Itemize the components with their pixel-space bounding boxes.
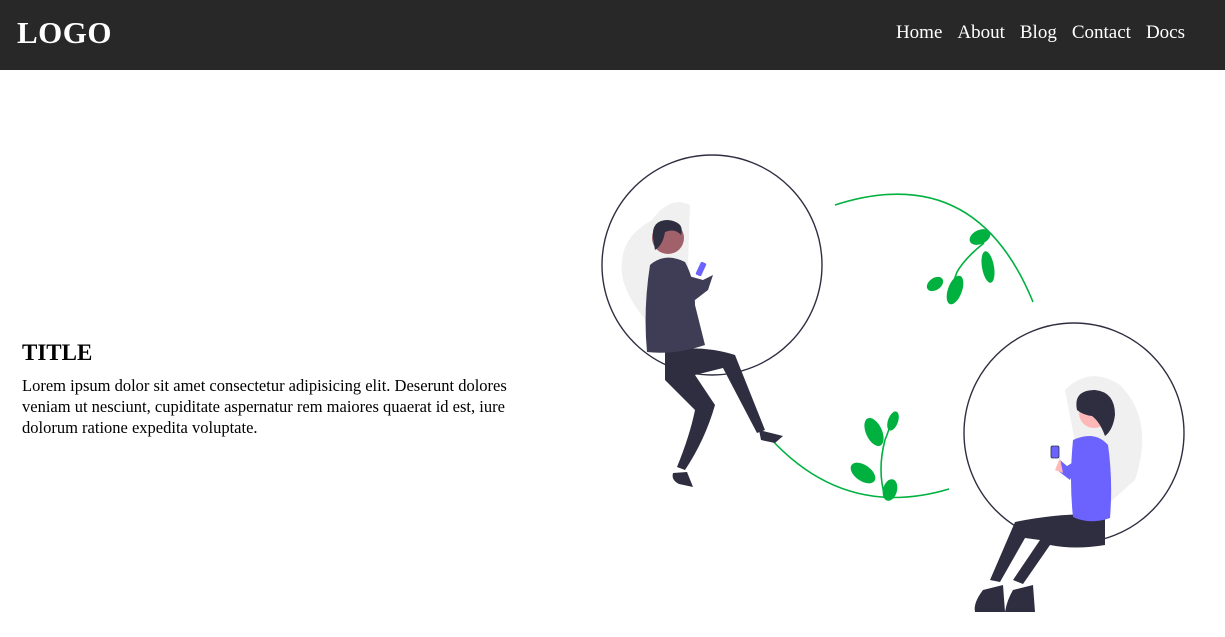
nav-link-contact[interactable]: Contact (1072, 22, 1131, 44)
logo[interactable]: LOGO (17, 15, 112, 51)
nav-link-docs[interactable]: Docs (1146, 22, 1185, 44)
leaf-sprig-top (926, 229, 995, 305)
woman-figure (974, 390, 1115, 612)
man-figure (645, 220, 783, 487)
leaf-sprig-bottom (850, 411, 899, 501)
hero-title: TITLE (22, 340, 93, 365)
nav-link-home[interactable]: Home (896, 22, 942, 44)
nav-link-about[interactable]: About (957, 22, 1005, 44)
hero-illustration (601, 154, 1185, 612)
nav-menu: Home About Blog Contact Docs (896, 22, 1185, 44)
hero-text: TITLE Lorem ipsum dolor sit amet consect… (22, 340, 552, 438)
hero-description: Lorem ipsum dolor sit amet consectetur a… (22, 376, 507, 437)
nav-link-blog[interactable]: Blog (1020, 22, 1057, 44)
navbar: LOGO Home About Blog Contact Docs (0, 0, 1225, 70)
